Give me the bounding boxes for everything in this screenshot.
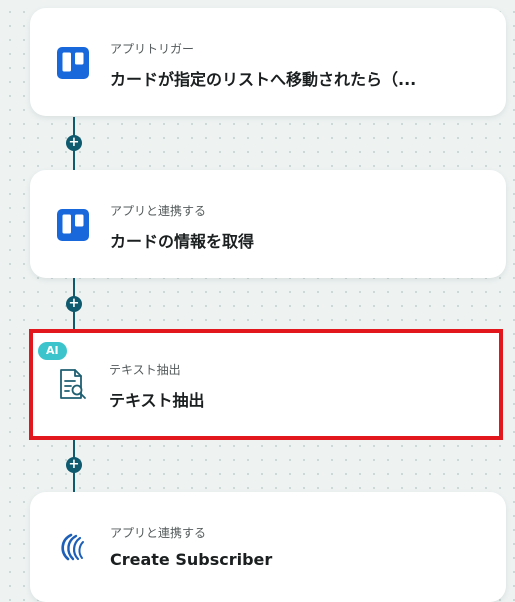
step-type-label: アプリと連携する <box>110 204 207 218</box>
step-title: カードの情報を取得 <box>110 232 255 251</box>
step-type-label: アプリと連携する <box>110 526 207 540</box>
ai-badge: AI <box>38 342 67 360</box>
flow-step-card[interactable]: アプリと連携する Create Subscriber <box>30 492 506 602</box>
add-step-button[interactable]: + <box>66 457 82 473</box>
flow-step-card[interactable]: アプリと連携する カードの情報を取得 <box>30 170 506 278</box>
trello-icon <box>56 208 90 242</box>
document-search-icon <box>55 367 89 401</box>
flow-step-card-selected[interactable]: テキスト抽出 テキスト抽出 <box>29 329 503 440</box>
trello-icon <box>56 46 90 80</box>
step-title: Create Subscriber <box>110 550 273 569</box>
add-step-button[interactable]: + <box>66 135 82 151</box>
add-step-button[interactable]: + <box>66 296 82 312</box>
flow-step-card[interactable]: アプリトリガー カードが指定のリストへ移動されたら（... <box>30 8 506 116</box>
step-type-label: テキスト抽出 <box>109 363 181 377</box>
step-title: テキスト抽出 <box>109 391 205 410</box>
ripple-logo-icon <box>56 530 90 564</box>
step-title: カードが指定のリストへ移動されたら（... <box>110 70 417 89</box>
step-type-label: アプリトリガー <box>110 42 195 56</box>
